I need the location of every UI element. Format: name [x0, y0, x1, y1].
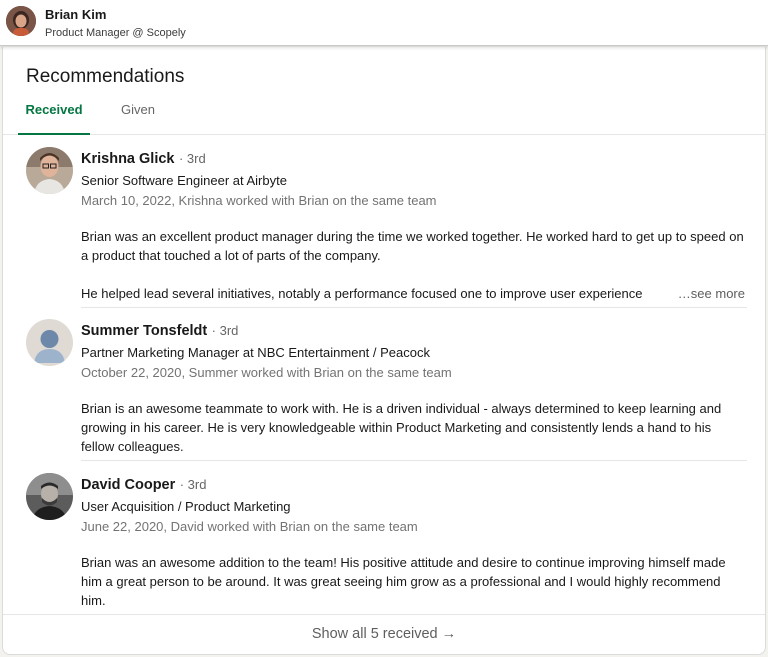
recommendation-paragraph: Brian is an awesome teammate to work wit… [81, 401, 722, 454]
recommendation-text: Brian was an excellent product manager d… [81, 227, 745, 303]
recommender-title: Senior Software Engineer at Airbyte [81, 173, 287, 188]
recommender-title: User Acquisition / Product Marketing [81, 499, 291, 514]
default-person-avatar-icon [26, 319, 73, 366]
recommender-name[interactable]: David Cooper [81, 477, 175, 493]
connection-degree: · 3rd [179, 477, 207, 492]
recommendation-paragraph: Brian was an excellent product manager d… [81, 229, 744, 263]
recommender-avatar[interactable] [26, 319, 73, 366]
profile-sticky-header: Brian Kim Product Manager @ Scopely [0, 0, 768, 46]
connection-degree: · 3rd [178, 151, 206, 166]
recommender-avatar[interactable] [26, 473, 73, 520]
profile-name[interactable]: Brian Kim [45, 7, 106, 22]
recommendation-body: Krishna Glick · 3rd Senior Software Engi… [81, 149, 747, 303]
connection-degree: · 3rd [211, 323, 239, 338]
profile-photo-icon [6, 6, 36, 36]
recommendation-text: Brian is an awesome teammate to work wit… [81, 399, 745, 456]
show-all-label: Show all 5 received [311, 626, 438, 642]
card-footer: Show all 5 received → [3, 614, 765, 654]
see-more-link[interactable]: …see more [669, 284, 745, 303]
person-photo-icon [26, 473, 73, 520]
person-photo-icon [26, 147, 73, 194]
recommender-name[interactable]: Summer Tonsfeldt [81, 323, 207, 339]
recommendation-meta: June 22, 2020, David worked with Brian o… [81, 519, 418, 534]
recommendation-meta: March 10, 2022, Krishna worked with Bria… [81, 193, 437, 208]
arrow-right-icon: → [441, 626, 457, 642]
divider [81, 307, 747, 308]
recommender-name[interactable]: Krishna Glick [81, 151, 174, 167]
recommendation-text: Brian was an awesome addition to the tea… [81, 553, 745, 610]
recommendation-body: David Cooper · 3rd User Acquisition / Pr… [81, 475, 747, 610]
recommendations-card: Recommendations Received Given Krishna G… [2, 47, 766, 655]
divider [81, 460, 747, 461]
tab-received[interactable]: Received [18, 102, 90, 135]
tab-given[interactable]: Given [106, 102, 170, 135]
card-title: Recommendations [26, 66, 185, 87]
recommender-avatar[interactable] [26, 147, 73, 194]
profile-avatar[interactable] [6, 6, 36, 36]
recommendation-tabs: Received Given [3, 97, 765, 135]
profile-headline: Product Manager @ Scopely [45, 27, 186, 39]
recommendation-paragraph: Brian was an awesome addition to the tea… [81, 555, 726, 608]
show-all-received-button[interactable]: Show all 5 received → [312, 626, 456, 642]
recommendation-paragraph-text: He helped lead several initiatives, nota… [81, 286, 643, 301]
recommendation-paragraph: …see more He helped lead several initiati… [81, 284, 745, 303]
recommendation-body: Summer Tonsfeldt · 3rd Partner Marketing… [81, 321, 747, 456]
recommendation-meta: October 22, 2020, Summer worked with Bri… [81, 365, 452, 380]
recommender-title: Partner Marketing Manager at NBC Enterta… [81, 345, 430, 360]
